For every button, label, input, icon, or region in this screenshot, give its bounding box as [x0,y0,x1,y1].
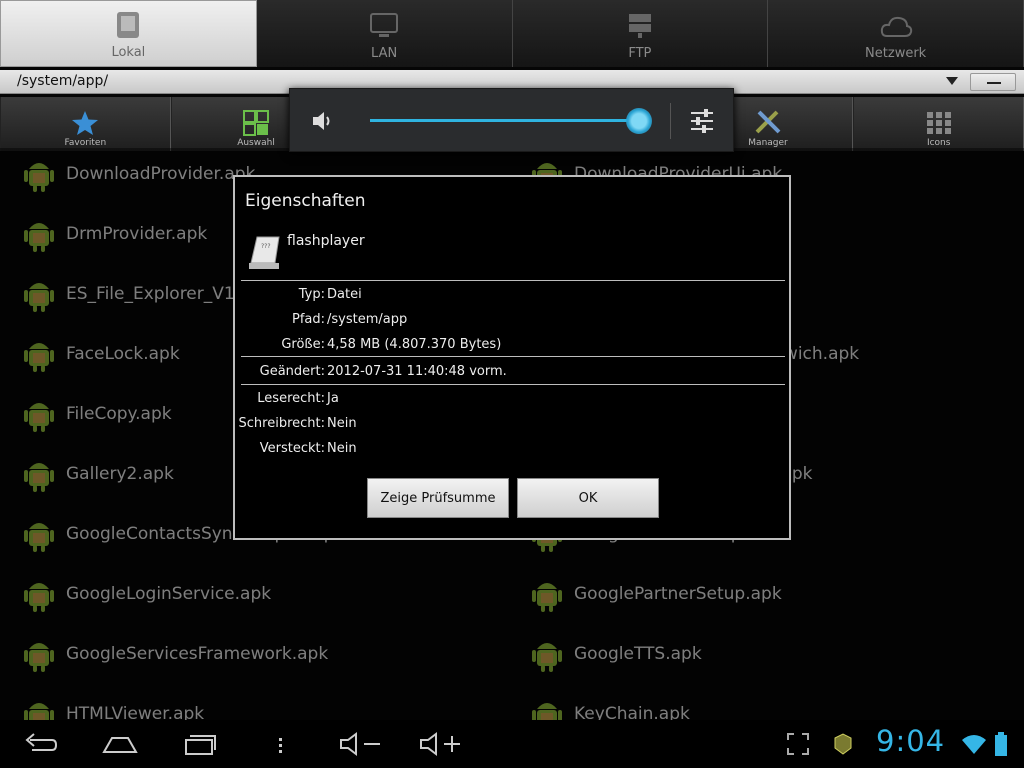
volume-down-icon[interactable] [338,730,384,758]
tools-icon [755,110,781,134]
show-checksum-button[interactable]: Zeige Prüfsumme [367,478,509,518]
property-label: Größe: [281,337,325,352]
property-value: Ja [327,391,339,406]
property-label: Typ: [298,287,325,302]
tab-label: FTP [628,46,652,61]
wifi-icon [962,735,986,754]
recent-apps-icon[interactable] [182,730,218,758]
tab-netzwerk[interactable]: Netzwerk [768,0,1024,67]
sliders-settings-icon[interactable] [688,107,716,135]
volume-panel [289,88,734,152]
divider [241,280,785,281]
divider [241,384,785,385]
app-notification-icon[interactable] [832,730,854,758]
toolbar-icons[interactable]: Icons [853,97,1024,151]
menu-icon[interactable] [272,730,288,758]
property-row: Schreibrecht: Nein [235,416,791,436]
star-icon [72,111,99,135]
tablet-icon [117,12,140,38]
volume-up-icon[interactable] [418,730,464,758]
property-row: Pfad:/system/app [235,312,791,332]
fullscreen-icon[interactable] [786,730,810,758]
toolbar-favoriten[interactable]: Favoriten [0,97,171,151]
home-icon[interactable] [100,730,140,758]
property-value: 4,58 MB (4.807.370 Bytes) [327,337,502,352]
svg-text:???: ??? [261,243,271,250]
app-root: Lokal LAN FTP Netzwerk /system/app/ Favo… [0,0,1024,768]
file-generic-icon: ??? [249,236,280,269]
speaker-icon [313,112,330,130]
tab-label: Lokal [111,45,146,60]
location-tabs: Lokal LAN FTP Netzwerk [0,0,1024,67]
property-row: Geändert: 2012-07-31 11:40:48 vorm. [235,364,791,384]
volume-slider-thumb[interactable] [626,108,652,134]
dialog-filename: flashplayer [287,233,365,249]
dialog-title: Eigenschaften [245,191,366,211]
property-row: Leserecht: Ja [235,391,791,411]
tab-ftp[interactable]: FTP [512,0,769,67]
property-label: Pfad: [291,312,325,327]
property-row: Typ: Datei [235,287,791,307]
divider [670,103,671,139]
properties-dialog: Eigenschaften ??? flashplayer Typ: Datei P… [233,175,791,540]
property-label: Versteckt: [259,441,325,456]
tab-lan[interactable]: LAN [256,0,513,67]
property-value: Nein [327,441,357,456]
property-label: Schreibrecht: [238,416,325,431]
property-value: /system/app [327,312,408,327]
property-label: Leserecht: [257,391,325,406]
path-dropdown-icon[interactable] [946,77,958,85]
cloud-icon [880,16,912,37]
ok-button[interactable]: OK [517,478,659,518]
property-value: Nein [327,416,357,431]
divider [241,356,785,357]
current-path: /system/app/ [17,73,109,89]
property-value: 2012-07-31 11:40:48 vorm. [327,364,507,379]
property-row: Größe: 4,58 MB (4.807.370 Bytes) [235,337,791,357]
server-icon [628,14,651,38]
tab-label: Netzwerk [865,46,927,61]
volume-slider-track[interactable] [370,119,638,122]
select-grid-icon [243,110,269,136]
monitor-icon [370,13,399,37]
collapse-button[interactable] [970,73,1016,91]
property-value: Datei [327,287,362,302]
icons-grid-icon [926,112,951,134]
property-label: Geändert: [259,364,325,379]
system-bar [0,720,1024,768]
status-clock: 9:04 [876,724,946,758]
battery-icon [995,732,1007,756]
tab-label: LAN [371,46,398,61]
tab-lokal[interactable]: Lokal [0,0,257,67]
property-row: Versteckt: Nein [235,441,791,461]
back-icon[interactable] [22,730,58,758]
